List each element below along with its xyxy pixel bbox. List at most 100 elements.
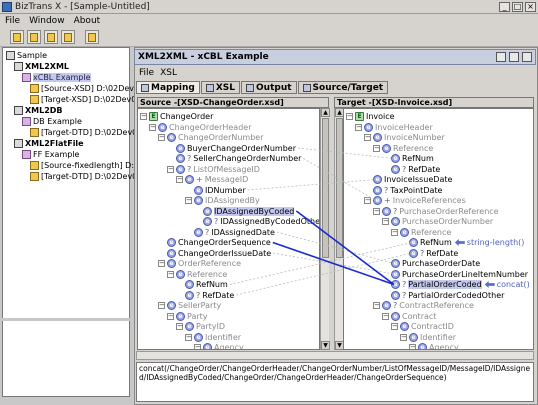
source-node[interactable]: − e? ListOfMessageID bbox=[167, 164, 260, 175]
source-node[interactable]: − e + MessageID bbox=[176, 174, 248, 185]
function-tag[interactable]: concat() bbox=[484, 280, 530, 289]
expander-icon[interactable] bbox=[194, 208, 201, 215]
expander-icon[interactable] bbox=[167, 155, 174, 162]
frame-close-button[interactable] bbox=[522, 52, 532, 62]
expander-icon[interactable] bbox=[382, 260, 389, 267]
source-node[interactable]: − e SellerParty bbox=[158, 300, 221, 311]
source-node[interactable]: − e PartyID bbox=[176, 321, 225, 332]
expander-icon[interactable] bbox=[185, 229, 192, 236]
expander-icon[interactable]: − bbox=[194, 344, 201, 349]
tab-source-target[interactable]: Source/Target bbox=[297, 81, 389, 94]
source-node[interactable]: e ChangeOrderSequence bbox=[158, 237, 271, 248]
tree-item[interactable]: XML2FlatFile bbox=[14, 138, 84, 149]
expander-icon[interactable]: − bbox=[158, 134, 165, 141]
expander-icon[interactable]: − bbox=[373, 302, 380, 309]
expander-icon[interactable]: − bbox=[185, 333, 192, 341]
minimize-button[interactable]: _ bbox=[499, 1, 510, 12]
tree-item[interactable]: XML2DB bbox=[14, 105, 63, 116]
add-xsd-button[interactable] bbox=[61, 29, 75, 44]
target-node[interactable]: − e + InvoiceReferences bbox=[364, 195, 466, 206]
expander-icon[interactable]: − bbox=[346, 113, 353, 120]
source-node[interactable]: − e Party bbox=[167, 311, 208, 322]
target-node[interactable]: e PurchaseOrderDate bbox=[382, 258, 480, 269]
expander-icon[interactable]: − bbox=[158, 260, 165, 267]
tree-item[interactable]: XML2XML bbox=[14, 61, 69, 72]
expander-icon[interactable] bbox=[382, 292, 389, 299]
source-node[interactable]: e? IDAssignedByCodedOther bbox=[194, 216, 319, 227]
splitter[interactable] bbox=[2, 318, 130, 321]
add-map-button[interactable] bbox=[44, 29, 58, 44]
tree-item[interactable]: [Target-DTD] D:\02Dev0 bbox=[30, 171, 137, 182]
source-node[interactable]: e? IDAssignedDate bbox=[185, 227, 275, 238]
source-node[interactable]: e IDNumber bbox=[185, 185, 246, 196]
tree-item[interactable]: FF Example bbox=[22, 149, 79, 160]
target-node[interactable]: − e Agency bbox=[409, 342, 459, 349]
expander-icon[interactable] bbox=[158, 250, 165, 257]
source-scrollbar[interactable]: ▲ ▼ bbox=[320, 108, 330, 350]
expander-icon[interactable]: − bbox=[167, 312, 174, 320]
target-node[interactable]: e? PartialOrderCoded concat() bbox=[382, 279, 530, 290]
source-node[interactable]: e? SellerChangeOrderNumber bbox=[167, 153, 301, 164]
expander-icon[interactable]: − bbox=[167, 165, 174, 173]
expander-icon[interactable] bbox=[382, 271, 389, 278]
target-node[interactable]: e RefNum string-length() bbox=[400, 237, 524, 248]
source-node[interactable]: − e Identifier bbox=[185, 332, 241, 343]
target-node[interactable]: e? RefDate bbox=[382, 164, 440, 175]
target-node[interactable]: e? PartialOrderCodedOther bbox=[382, 290, 504, 301]
expander-icon[interactable] bbox=[185, 187, 192, 194]
expander-icon[interactable] bbox=[176, 281, 183, 288]
scroll-down-icon[interactable]: ▼ bbox=[321, 341, 330, 350]
expander-icon[interactable]: − bbox=[355, 123, 362, 131]
menu-window[interactable]: Window bbox=[29, 16, 65, 26]
expander-icon[interactable]: − bbox=[400, 333, 407, 341]
expander-icon[interactable] bbox=[364, 187, 371, 194]
tab-output[interactable]: Output bbox=[241, 81, 297, 94]
expander-icon[interactable]: − bbox=[167, 270, 174, 278]
tree-item[interactable]: xCBL Example bbox=[22, 72, 91, 83]
expander-icon[interactable] bbox=[400, 239, 407, 246]
menu-about[interactable]: About bbox=[74, 16, 101, 26]
expander-icon[interactable] bbox=[176, 292, 183, 299]
target-node[interactable]: − e PurchaseOrderNumber bbox=[382, 216, 493, 227]
source-node[interactable]: − e ChangeOrderNumber bbox=[158, 132, 264, 143]
expander-icon[interactable] bbox=[364, 176, 371, 183]
expander-icon[interactable]: − bbox=[373, 207, 380, 215]
expander-icon[interactable]: − bbox=[373, 144, 380, 152]
target-node[interactable]: − e Reference bbox=[373, 143, 433, 154]
target-node[interactable]: e? RefDate bbox=[400, 248, 458, 259]
function-tag[interactable]: string-length() bbox=[454, 238, 524, 247]
source-node[interactable]: e IDAssignedByCoded bbox=[194, 206, 295, 217]
target-node[interactable]: − e Identifier bbox=[400, 332, 456, 343]
frame-minimize-button[interactable] bbox=[496, 52, 506, 62]
formula-box[interactable]: concat(/ChangeOrder/ChangeOrderHeader/Ch… bbox=[136, 362, 534, 402]
expander-icon[interactable] bbox=[382, 281, 389, 288]
target-node[interactable]: e InvoiceIssueDate bbox=[364, 174, 452, 185]
expander-icon[interactable]: − bbox=[382, 218, 389, 225]
target-node[interactable]: − e Reference bbox=[391, 227, 451, 238]
tree-item[interactable]: [Target-DTD] D:\02Dev0 bbox=[30, 127, 137, 138]
expander-icon[interactable]: − bbox=[382, 312, 389, 320]
expander-icon[interactable]: − bbox=[176, 323, 183, 330]
close-button[interactable]: × bbox=[525, 1, 536, 12]
expander-icon[interactable]: − bbox=[409, 344, 416, 349]
target-scrollbar[interactable]: ▲ ▼ bbox=[334, 108, 344, 350]
expander-icon[interactable]: − bbox=[391, 323, 398, 330]
frame-menu-xsl[interactable]: XSL bbox=[160, 68, 177, 78]
target-node[interactable]: − e Contract bbox=[382, 311, 436, 322]
tree-item[interactable]: [Source-fixedlength] D:\ bbox=[30, 160, 137, 171]
source-node[interactable]: e BuyerChangeOrderNumber bbox=[167, 143, 296, 154]
target-node[interactable]: e PurchaseOrderLineItemNumber bbox=[382, 269, 528, 280]
target-node[interactable]: − e InvoiceNumber bbox=[364, 132, 445, 143]
tree-item[interactable]: [Source-XSD] D:\02Dev0 bbox=[30, 83, 139, 94]
source-node[interactable]: − E ChangeOrder bbox=[140, 111, 213, 122]
frame-menu-file[interactable]: File bbox=[139, 68, 154, 78]
expander-icon[interactable]: − bbox=[391, 228, 398, 236]
source-node[interactable]: − e Reference bbox=[167, 269, 227, 280]
tree-root[interactable]: Sample bbox=[6, 50, 47, 61]
expander-icon[interactable]: − bbox=[140, 113, 147, 120]
tab-mapping[interactable]: Mapping bbox=[136, 81, 200, 94]
menu-file[interactable]: File bbox=[5, 16, 20, 26]
target-scroll-thumb[interactable] bbox=[336, 118, 343, 258]
target-node[interactable]: e? TaxPointDate bbox=[364, 185, 442, 196]
target-node[interactable]: − E Invoice bbox=[346, 111, 395, 122]
